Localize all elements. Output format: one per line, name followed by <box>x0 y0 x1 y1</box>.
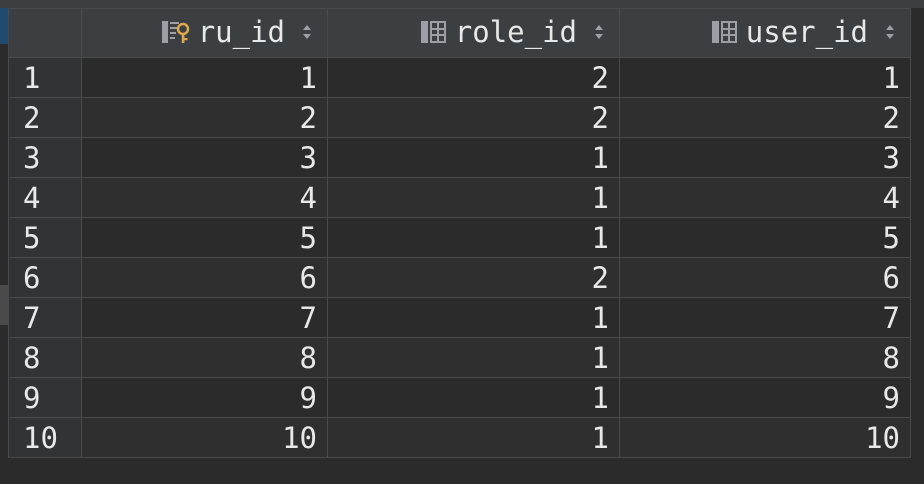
table-row[interactable]: 6 6 2 6 <box>8 257 911 298</box>
table-row[interactable]: 4 4 1 4 <box>8 177 911 218</box>
row-number[interactable]: 6 <box>8 257 82 298</box>
cell-user-id[interactable]: 10 <box>619 417 911 458</box>
cell-ru-id[interactable]: 2 <box>81 97 328 138</box>
cell-role-id[interactable]: 1 <box>327 217 620 258</box>
cell-user-id[interactable]: 2 <box>619 97 911 138</box>
cell-user-id[interactable]: 3 <box>619 137 911 178</box>
cell-ru-id[interactable]: 8 <box>81 337 328 378</box>
cell-role-id[interactable]: 1 <box>327 297 620 338</box>
sort-toggle-icon[interactable] <box>884 22 896 42</box>
row-number[interactable]: 9 <box>8 377 82 418</box>
table-row[interactable]: 2 2 2 2 <box>8 97 911 138</box>
table-row[interactable]: 5 5 1 5 <box>8 217 911 258</box>
cell-role-id[interactable]: 1 <box>327 137 620 178</box>
table-row[interactable]: 1 1 2 1 <box>8 57 911 98</box>
column-header-ru-id[interactable]: ru_id <box>81 8 328 58</box>
cell-ru-id[interactable]: 10 <box>81 417 328 458</box>
header-row: ru_id role_id user_id <box>8 8 911 58</box>
column-header-role-id[interactable]: role_id <box>327 8 620 58</box>
column-header-user-id[interactable]: user_id <box>619 8 911 58</box>
cell-user-id[interactable]: 4 <box>619 177 911 218</box>
row-number[interactable]: 10 <box>8 417 82 458</box>
cell-user-id[interactable]: 1 <box>619 57 911 98</box>
column-header-label: ru_id <box>197 14 285 49</box>
left-edge-marker <box>0 285 8 325</box>
table-row[interactable]: 10 10 1 10 <box>8 417 911 458</box>
cell-role-id[interactable]: 1 <box>327 177 620 218</box>
cell-role-id[interactable]: 1 <box>327 417 620 458</box>
cell-user-id[interactable]: 6 <box>619 257 911 298</box>
cell-user-id[interactable]: 5 <box>619 217 911 258</box>
table-row[interactable]: 7 7 1 7 <box>8 297 911 338</box>
cell-role-id[interactable]: 2 <box>327 97 620 138</box>
cell-ru-id[interactable]: 6 <box>81 257 328 298</box>
cell-role-id[interactable]: 1 <box>327 377 620 418</box>
column-icon <box>711 20 737 43</box>
row-number[interactable]: 1 <box>8 57 82 98</box>
row-number[interactable]: 2 <box>8 97 82 138</box>
row-number-header-corner[interactable] <box>8 8 82 58</box>
left-edge-accent <box>0 8 8 44</box>
row-number[interactable]: 7 <box>8 297 82 338</box>
cell-ru-id[interactable]: 7 <box>81 297 328 338</box>
cell-user-id[interactable]: 8 <box>619 337 911 378</box>
column-icon <box>420 20 446 43</box>
primary-key-column-icon <box>161 20 189 43</box>
column-header-label: user_id <box>745 14 868 49</box>
sort-toggle-icon[interactable] <box>301 22 313 42</box>
cell-user-id[interactable]: 9 <box>619 377 911 418</box>
row-number[interactable]: 3 <box>8 137 82 178</box>
cell-ru-id[interactable]: 3 <box>81 137 328 178</box>
row-number[interactable]: 4 <box>8 177 82 218</box>
sort-toggle-icon[interactable] <box>593 22 605 42</box>
cell-role-id[interactable]: 2 <box>327 57 620 98</box>
empty-grid-area <box>8 458 924 484</box>
column-header-label: role_id <box>454 14 577 49</box>
table-row[interactable]: 9 9 1 9 <box>8 377 911 418</box>
result-grid-viewport: ru_id role_id user_id 1 1 2 1 2 2 2 2 3 … <box>0 0 924 484</box>
cell-role-id[interactable]: 2 <box>327 257 620 298</box>
cell-ru-id[interactable]: 5 <box>81 217 328 258</box>
row-number[interactable]: 8 <box>8 337 82 378</box>
result-table: ru_id role_id user_id 1 1 2 1 2 2 2 2 3 … <box>8 8 911 458</box>
cell-ru-id[interactable]: 1 <box>81 57 328 98</box>
table-row[interactable]: 3 3 1 3 <box>8 137 911 178</box>
cell-ru-id[interactable]: 4 <box>81 177 328 218</box>
cell-ru-id[interactable]: 9 <box>81 377 328 418</box>
cell-role-id[interactable]: 1 <box>327 337 620 378</box>
cell-user-id[interactable]: 7 <box>619 297 911 338</box>
editor-top-bar <box>0 0 924 8</box>
table-row[interactable]: 8 8 1 8 <box>8 337 911 378</box>
row-number[interactable]: 5 <box>8 217 82 258</box>
